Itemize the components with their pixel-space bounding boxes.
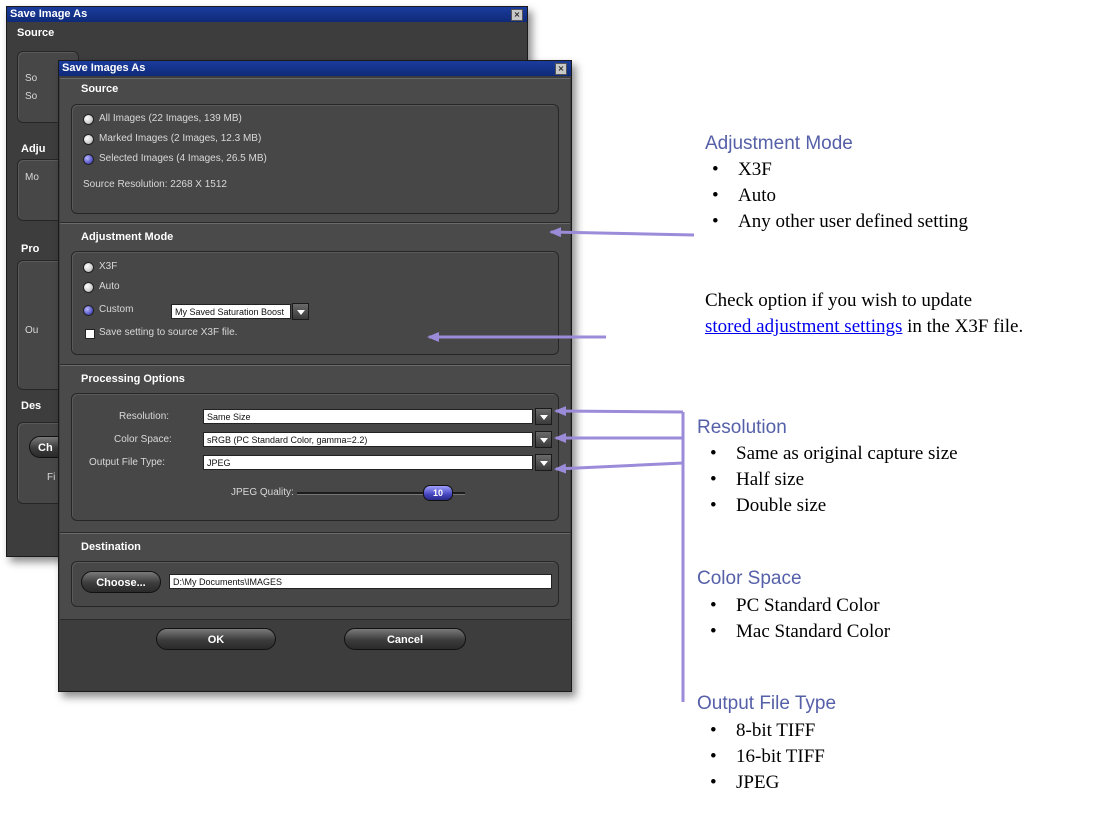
arrow-resolution [554,406,684,417]
callout-arrows [427,227,695,702]
arrow-output-type [554,461,684,474]
list-item: Mac Standard Color [706,619,890,645]
annotation-adjustment-list: X3F Auto Any other user defined setting [708,157,968,235]
note-prefix: Check option if you wish to update [705,290,973,311]
annotation-adjustment-heading: Adjustment Mode [705,133,853,154]
annotation-color-space-list: PC Standard Color Mac Standard Color [706,593,890,645]
annotation-output-heading: Output File Type [697,693,837,714]
list-item: Any other user defined setting [708,209,968,235]
list-item: Double size [706,493,958,519]
list-item: Auto [708,183,968,209]
list-item: Half size [706,467,958,493]
list-item: 16-bit TIFF [706,744,825,770]
annotation-note: Check option if you wish to update store… [705,288,1095,340]
list-item: X3F [708,157,968,183]
annotation-resolution-list: Same as original capture size Half size … [706,441,958,519]
note-suffix: in the X3F file. [907,316,1024,337]
list-item: JPEG [706,770,825,796]
stored-adjustment-settings-link[interactable]: stored adjustment settings [705,316,902,337]
annotation-color-space-heading: Color Space [697,568,802,589]
list-item: PC Standard Color [706,593,890,619]
annotation-output-list: 8-bit TIFF 16-bit TIFF JPEG [706,718,825,796]
list-item: Same as original capture size [706,441,958,467]
list-item: 8-bit TIFF [706,718,825,744]
arrow-adjustment-mode [549,227,695,238]
annotation-resolution-heading: Resolution [697,417,787,438]
